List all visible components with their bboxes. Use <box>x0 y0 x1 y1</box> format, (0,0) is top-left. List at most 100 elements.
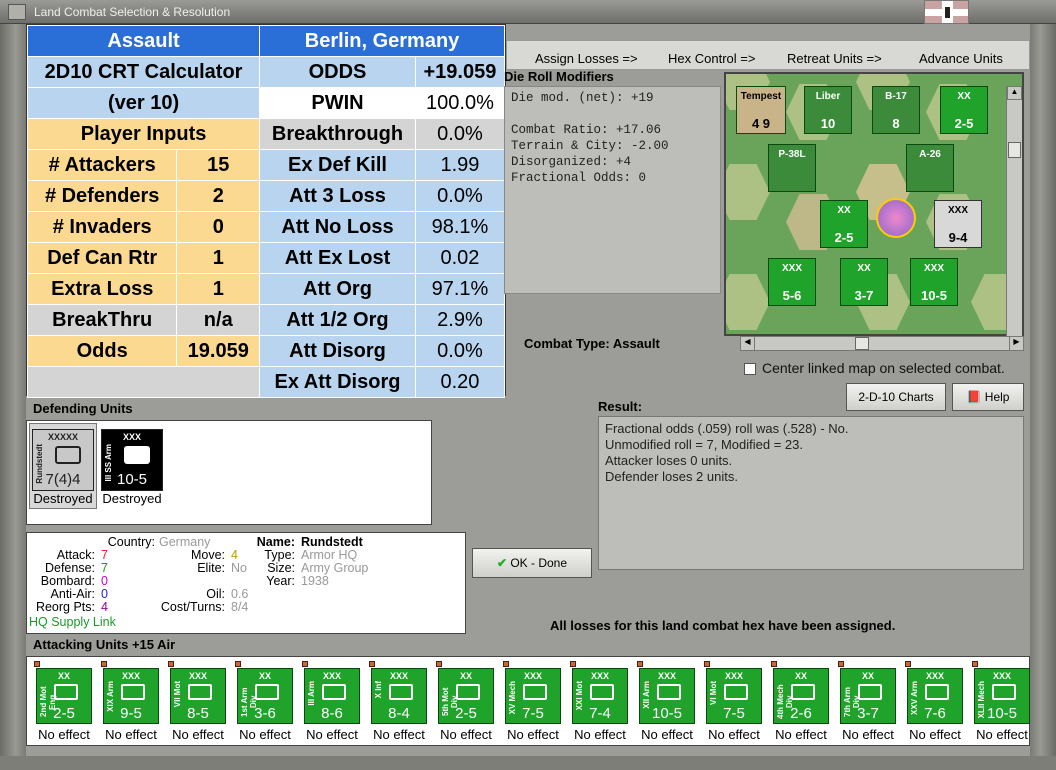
unit-size: XXX <box>523 671 542 681</box>
unit-strength: 9-5 <box>120 705 142 722</box>
crt-input-value: 15 <box>176 149 261 181</box>
map-counter-label: XX <box>957 91 971 102</box>
attacking-unit[interactable]: XXX XIX Arm 9-5 <box>101 661 159 724</box>
unit-strength: 8-5 <box>187 705 209 722</box>
map-counter-unit[interactable]: XX 2-5 <box>820 200 868 248</box>
help-button[interactable]: 📕 Help <box>952 383 1024 411</box>
unit-status: No effect <box>105 727 157 742</box>
attacking-unit[interactable]: XXX XXI Mot 7-4 <box>570 661 628 724</box>
crt-output-label: Att Disorg <box>259 335 416 367</box>
map-counter-value: 9-4 <box>948 230 968 245</box>
unit-strength: 7-5 <box>522 705 544 722</box>
unit-symbol-icon <box>590 684 614 700</box>
hq-supply-link[interactable]: HQ Supply Link <box>29 616 116 629</box>
unit-marker-icon <box>704 661 710 667</box>
attacking-unit[interactable]: XXX XV Mech 7-5 <box>503 661 561 724</box>
unit-symbol-icon <box>255 684 279 700</box>
unit-strength: 8-4 <box>388 705 410 722</box>
attacking-unit[interactable]: XX 4th Mech Div 2-6 <box>771 661 829 724</box>
checkbox-icon[interactable] <box>744 363 756 375</box>
crt-empty-cell <box>26 366 261 398</box>
window-title: Land Combat Selection & Resolution <box>34 5 231 19</box>
map-horizontal-scrollbar[interactable]: ◀ ▶ <box>740 336 1024 351</box>
map-counter-unit[interactable]: XX 3-7 <box>840 258 888 306</box>
attacking-unit[interactable]: XXX III Arm 8-6 <box>302 661 360 724</box>
attacking-unit[interactable]: XXX XLII Mech 10-5 <box>972 661 1030 724</box>
crt-input-label: Odds <box>26 335 178 367</box>
center-map-checkbox[interactable]: Center linked map on selected combat. <box>744 360 1005 376</box>
attacking-unit[interactable]: XX 7th Arm Div 3-7 <box>838 661 896 724</box>
unit-strength: 2-6 <box>790 705 812 722</box>
window-frame-left <box>0 24 26 770</box>
window-title-bar[interactable]: Land Combat Selection & Resolution <box>0 0 1056 24</box>
unit-size: XX <box>258 671 271 681</box>
map-counter-air[interactable]: P-38L <box>768 144 816 192</box>
scroll-left-icon[interactable]: ◀ <box>741 337 755 350</box>
crt-input-value: 19.059 <box>176 335 261 367</box>
unit-symbol-icon <box>322 684 346 700</box>
window-system-icon[interactable] <box>8 4 26 20</box>
map-counter-label: B-17 <box>885 91 907 102</box>
crt-input-label: BreakThru <box>26 304 178 336</box>
scroll-up-icon[interactable]: ▲ <box>1007 86 1022 100</box>
unit-strength: 2-5 <box>455 705 477 722</box>
unit-strength: 8-6 <box>321 705 343 722</box>
attacking-unit[interactable]: XXX XXV Arm 7-6 <box>905 661 963 724</box>
unit-status: No effect <box>641 727 693 742</box>
map-counter-air[interactable]: B-17 8 <box>872 86 920 134</box>
map-counter-air[interactable]: Tempest 4 9 <box>736 86 786 134</box>
unit-size: XXX <box>724 671 743 681</box>
crt-input-value: n/a <box>176 304 261 336</box>
unit-status: No effect <box>507 727 559 742</box>
assign-losses-link[interactable]: Assign Losses => <box>535 51 638 66</box>
crt-input-value: 2 <box>176 180 261 212</box>
die-mod-line: Terrain & City: -2.00 <box>511 139 669 153</box>
unit-symbol-icon <box>858 684 882 700</box>
scroll-thumb[interactable] <box>855 337 869 350</box>
ok-done-button[interactable]: ✔ OK - Done <box>472 548 592 578</box>
crt-output-label: Att Ex Lost <box>259 242 416 274</box>
hex-control-link[interactable]: Hex Control => <box>668 51 755 66</box>
attacking-unit[interactable]: XXX X Inf 8-4 <box>369 661 427 724</box>
attacking-unit[interactable]: XX 2nd Mot Eng 2-5 <box>34 661 92 724</box>
map-counter-unit[interactable]: XXX 5-6 <box>768 258 816 306</box>
defending-unit[interactable]: XXX III SS Arm 10-5 <box>101 429 163 491</box>
advance-units-link[interactable]: Advance Units <box>919 51 1003 66</box>
mini-map[interactable]: Tempest 4 9 Liber 10 B-17 8 XX 2-5 P-38L A-2… <box>724 72 1024 336</box>
crt-header-location: Berlin, Germany <box>259 25 505 57</box>
ok-done-label: OK - Done <box>510 556 568 570</box>
unit-marker-icon <box>168 661 174 667</box>
unit-strength: 3-7 <box>857 705 879 722</box>
unit-symbol-icon <box>456 684 480 700</box>
attacking-unit[interactable]: XX 5th Mot Div 2-5 <box>436 661 494 724</box>
map-counter-unit[interactable]: XXX 9-4 <box>934 200 982 248</box>
attacking-unit[interactable]: XXX XII Arm 10-5 <box>637 661 695 724</box>
attacking-unit[interactable]: XXX VII Mot 8-5 <box>168 661 226 724</box>
defending-units-panel: XXXXX Rundstedt 7(4)4 Destroyed XXX III … <box>26 420 432 525</box>
scroll-thumb[interactable] <box>1008 142 1021 158</box>
map-counter-label: XX <box>857 263 871 274</box>
scroll-right-icon[interactable]: ▶ <box>1009 337 1023 350</box>
combat-marker-icon[interactable] <box>876 198 916 238</box>
die-mod-line <box>511 106 714 122</box>
defending-unit[interactable]: XXXXX Rundstedt 7(4)4 <box>32 429 94 491</box>
die-mods-box: Die mod. (net): +19 Combat Ratio: +17.06 T… <box>504 86 721 294</box>
unit-marker-icon <box>101 661 107 667</box>
attacking-unit[interactable]: XX 1st Arm Div 3-6 <box>235 661 293 724</box>
map-counter-unit[interactable]: XX 2-5 <box>940 86 988 134</box>
charts-button[interactable]: 2-D-10 Charts <box>846 383 946 411</box>
crt-output-value: 1.99 <box>414 149 506 181</box>
defending-units-title: Defending Units <box>33 401 133 416</box>
armor-symbol-icon <box>55 446 81 464</box>
result-box: Fractional odds (.059) roll was (.528) -… <box>598 416 1024 570</box>
map-counter-unit[interactable]: XXX 10-5 <box>910 258 958 306</box>
map-counter-air[interactable]: A-26 <box>906 144 954 192</box>
retreat-units-link[interactable]: Retreat Units => <box>787 51 882 66</box>
map-vertical-scrollbar[interactable]: ▲ <box>1006 86 1022 336</box>
phase-links-bar: Assign Losses => Hex Control => Retreat … <box>506 40 1030 70</box>
map-counter-label: XXX <box>947 205 968 216</box>
map-counter-air[interactable]: Liber 10 <box>804 86 852 134</box>
attacking-unit[interactable]: XXX VI Mot 7-5 <box>704 661 762 724</box>
unit-size: XXX <box>188 671 207 681</box>
map-counter-value: 8 <box>892 116 900 131</box>
